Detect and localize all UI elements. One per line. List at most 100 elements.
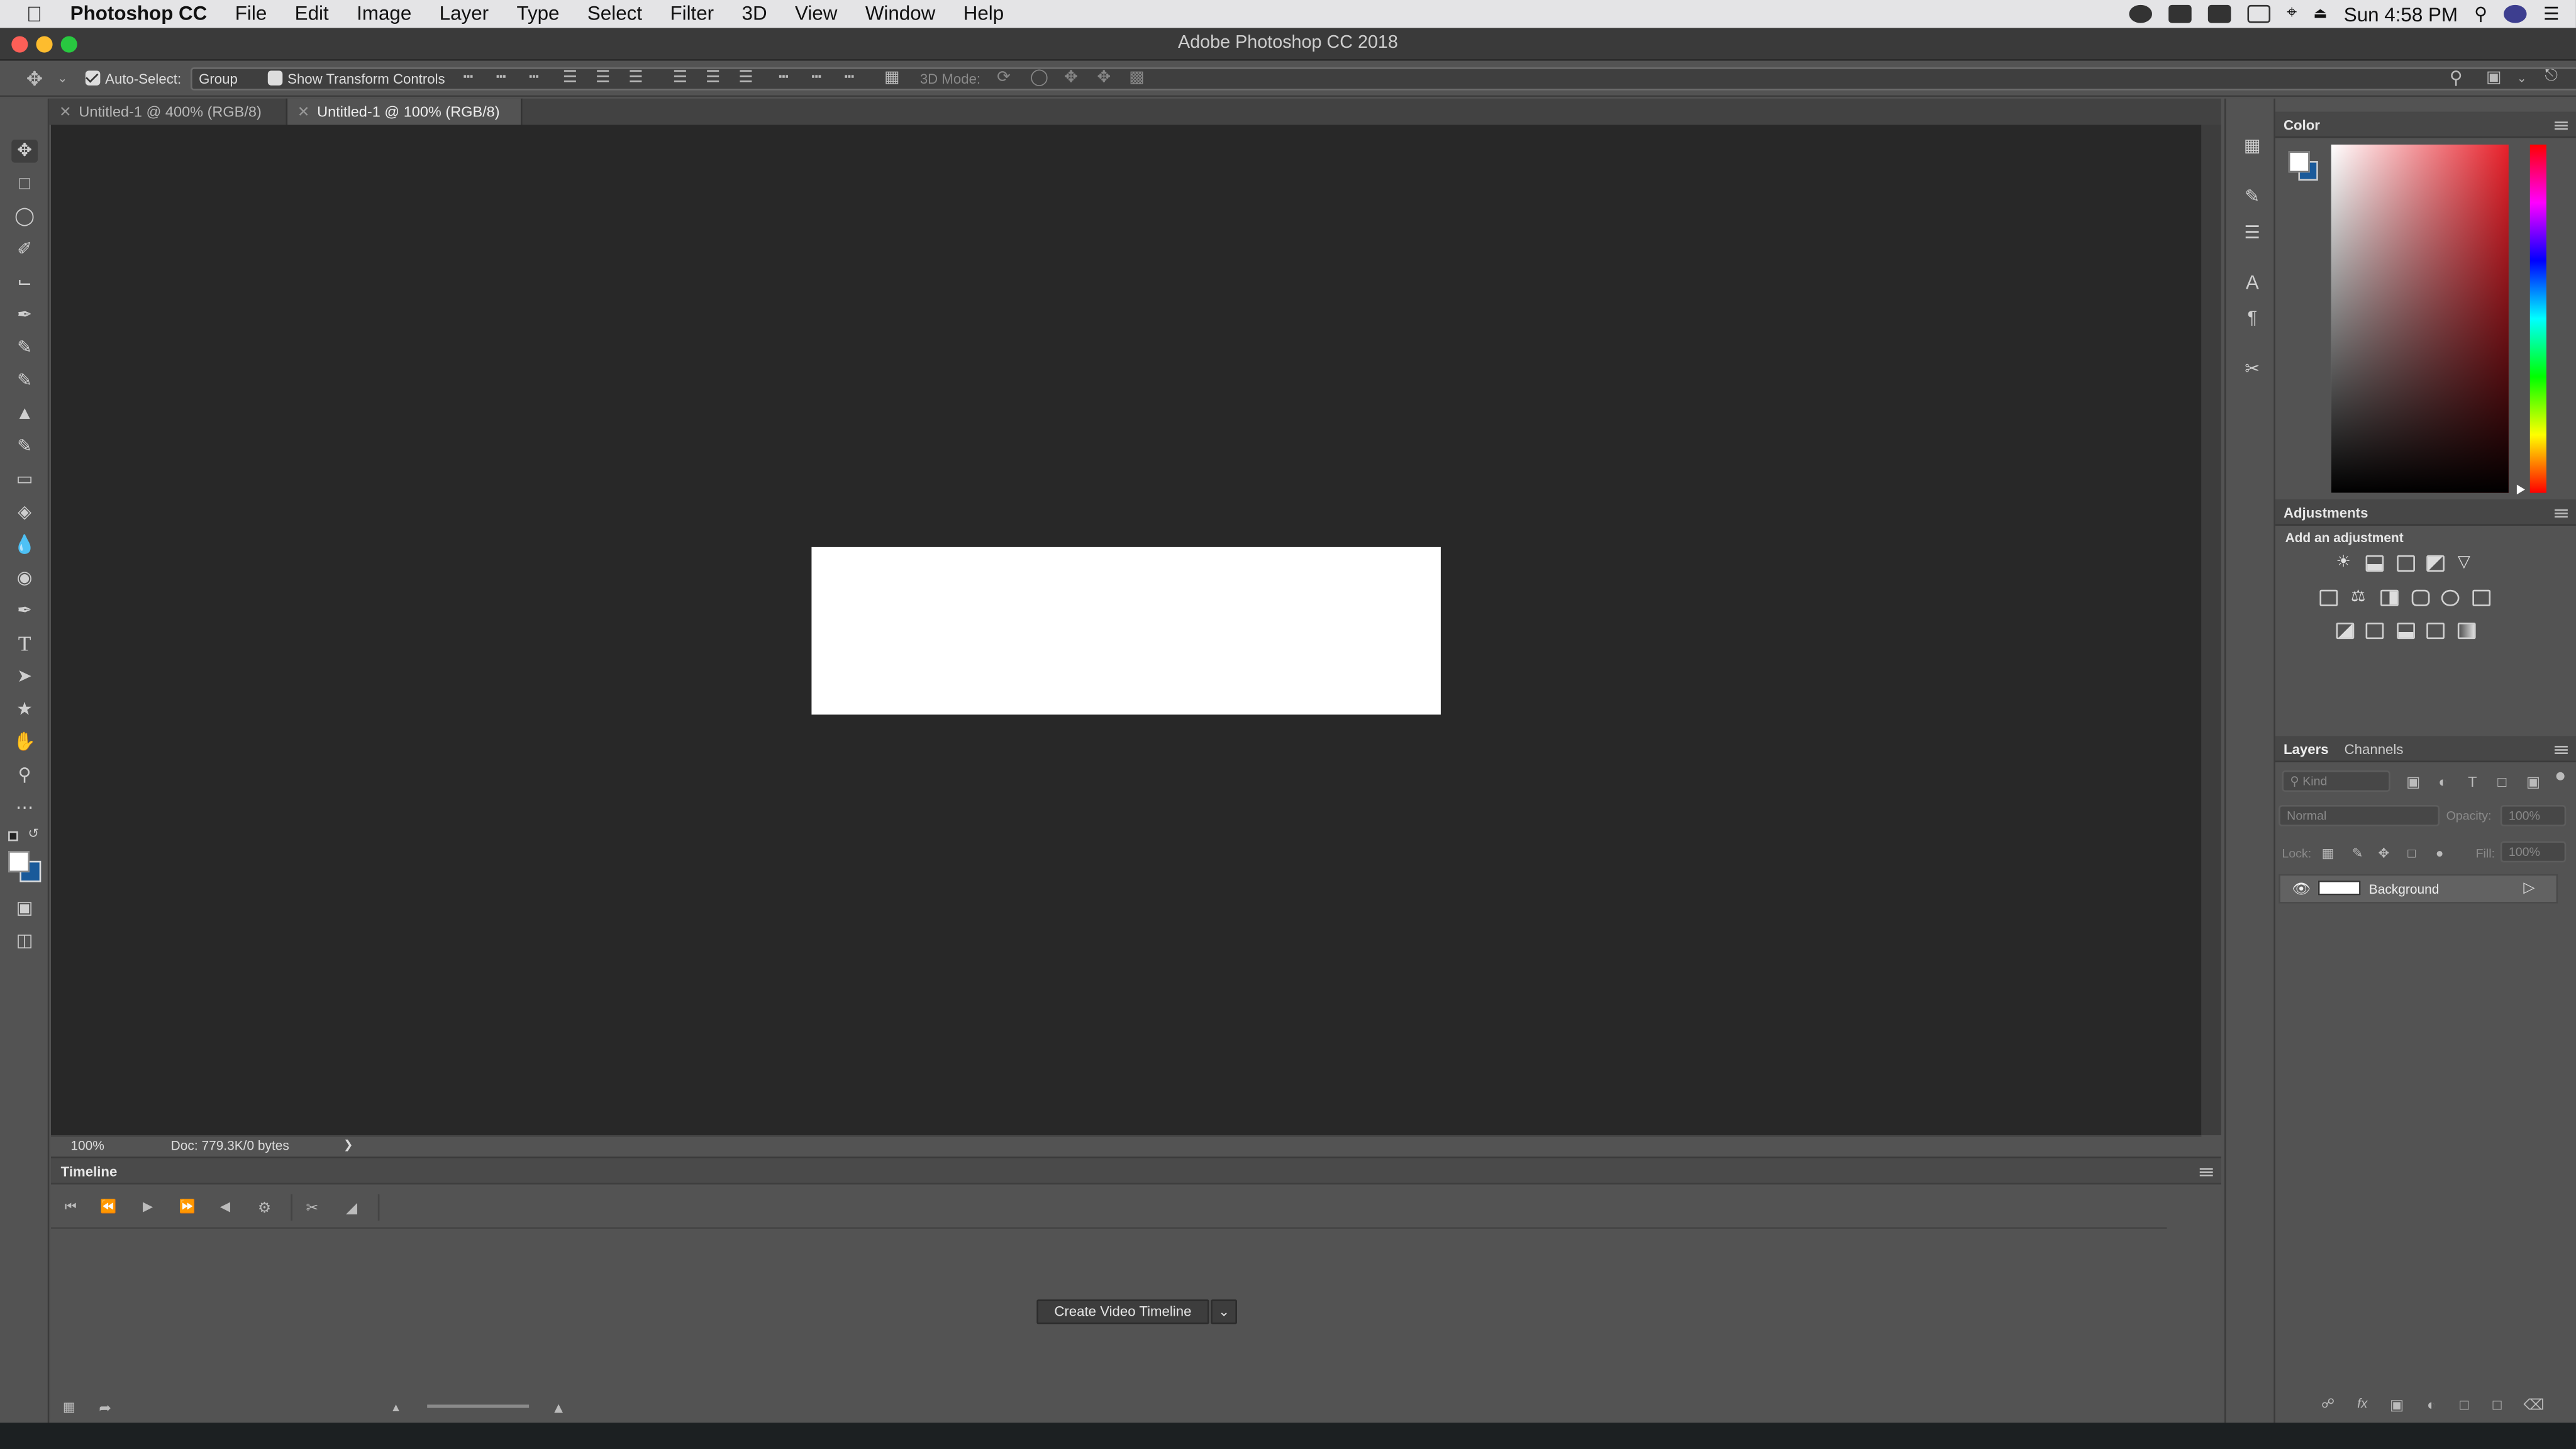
type-tool-icon[interactable]: T [11,631,38,656]
filter-pixel-layers-icon[interactable]: ▣ [2405,774,2421,790]
distribute-top-icon[interactable]: ☰ [672,70,688,87]
align-vertical-centers-icon[interactable]: ┅ [493,70,509,87]
auto-align-layers-icon[interactable]: ▦ [884,70,900,87]
share-icon[interactable]: ⎋ [2543,68,2560,86]
quick-selection-tool-icon[interactable]: ✐ [11,238,38,262]
workspace-switcher-icon[interactable]: ▣ [2485,70,2502,87]
pen-tool-icon[interactable]: ✒ [11,599,38,623]
align-right-edges-icon[interactable]: ☰ [628,70,644,87]
timeline-settings-gear-icon[interactable]: ⚙ [257,1199,273,1216]
go-to-previous-frame-icon[interactable]: ⏪ [100,1199,116,1216]
eye-visibility-icon[interactable]: 👁 [2292,880,2311,899]
marquee-tool-icon[interactable]: □ [11,172,38,196]
brightness-contrast-icon[interactable]: ☀ [2336,555,2355,572]
menu-filter[interactable]: Filter [656,0,728,28]
lock-transparent-pixels-icon[interactable]: ▦ [2319,846,2336,862]
menu-layer[interactable]: Layer [425,0,502,28]
render-video-icon[interactable]: ➦ [97,1400,113,1416]
show-transform-controls-checkbox[interactable]: Show Transform Controls [267,67,445,91]
menu-select[interactable]: Select [574,0,657,28]
blur-tool-icon[interactable]: 💧 [11,534,38,557]
zoom-in-timeline-icon[interactable]: ▲ [550,1400,567,1416]
threshold-icon[interactable] [2397,623,2415,640]
close-tab-icon[interactable]: ✕ [297,99,310,125]
menu-view[interactable]: View [781,0,852,28]
filter-type-layers-icon[interactable]: T [2464,774,2480,790]
menu-image[interactable]: Image [343,0,426,28]
apple-icon[interactable]:  [0,0,56,28]
add-layer-mask-icon[interactable]: ▣ [2389,1396,2405,1413]
3d-scale-icon[interactable]: ▩ [1129,70,1145,87]
document-canvas[interactable] [811,547,1441,715]
healing-brush-tool-icon[interactable]: ✎ [11,337,38,360]
selective-color-icon[interactable] [2426,623,2445,640]
tool-presets-icon[interactable]: ✂ [2239,358,2265,381]
crop-tool-icon[interactable]: ⌙ [11,271,38,294]
paint-bucket-tool-icon[interactable]: ◈ [11,501,38,525]
swap-colors-icon[interactable]: ↺ [28,826,39,841]
history-brush-tool-icon[interactable]: ✎ [11,435,38,458]
color-panel-foreground-swatch[interactable] [2288,151,2310,173]
hand-tool-icon[interactable]: ✋ [11,731,38,754]
convert-to-frame-animation-icon[interactable]: ▦ [61,1400,77,1416]
eject-icon[interactable]: ⏏ [2313,5,2327,23]
wifi-icon[interactable]: ⌖ [2287,3,2297,25]
link-layers-icon[interactable]: ☍ [2319,1396,2336,1413]
delete-layer-trash-icon[interactable]: ⌫ [2523,1396,2544,1413]
layers-panel-menu-icon[interactable] [2554,745,2568,748]
lock-artboard-icon[interactable]: □ [2404,846,2420,862]
hue-slider[interactable] [2529,144,2546,493]
transition-icon[interactable]: ◢ [343,1199,360,1216]
fill-input[interactable]: 100% [2500,841,2567,863]
lasso-tool-icon[interactable]: ◯ [11,206,38,229]
creative-cloud-icon[interactable] [2129,4,2152,23]
screen-mode-icon[interactable]: ◫ [11,930,38,953]
timeline-zoom-slider[interactable] [427,1404,530,1408]
shape-tool-icon[interactable]: ★ [11,698,38,721]
zoom-level[interactable]: 100% [70,1138,104,1153]
distribute-right-icon[interactable]: ┅ [841,70,857,87]
auto-select-target-dropdown[interactable]: Group [191,67,2576,91]
levels-icon[interactable] [2365,555,2384,572]
menu-window[interactable]: Window [852,0,950,28]
dodge-tool-icon[interactable]: ◉ [11,567,38,590]
timeline-menu-icon[interactable] [2199,1168,2213,1170]
align-horizontal-centers-icon[interactable]: ☰ [595,70,611,87]
new-layer-icon[interactable]: □ [2489,1396,2505,1413]
3d-pan-icon[interactable]: ✥ [1063,70,1079,87]
eraser-tool-icon[interactable]: ▭ [11,468,38,491]
new-adjustment-layer-icon[interactable]: ◐ [2423,1396,2440,1413]
tab-layers[interactable]: Layers [2284,736,2329,762]
close-tab-icon[interactable]: ✕ [59,99,72,125]
airplay-icon[interactable] [2247,4,2270,23]
layer-name[interactable]: Background [2369,882,2440,897]
libraries-icon[interactable]: ▦ [2239,135,2265,158]
3d-slide-icon[interactable]: ✥ [1096,70,1112,87]
menubar-clock[interactable]: Sun 4:58 PM [2344,3,2458,26]
tab-untitled-100[interactable]: ✕ Untitled-1 @ 100% (RGB/8) [287,98,523,125]
character-panel-icon[interactable]: A [2239,271,2265,294]
quick-mask-icon[interactable]: ▣ [11,897,38,920]
layer-lock-icon[interactable]: ▷ [2523,879,2534,897]
dropbox-icon[interactable] [2207,4,2231,23]
distribute-vertical-centers-icon[interactable]: ☰ [705,70,721,87]
filter-shape-layers-icon[interactable]: □ [2494,774,2510,790]
move-tool-preset-icon[interactable]: ✥ [26,69,43,89]
clone-stamp-tool-icon[interactable]: ▲ [11,402,38,426]
curves-icon[interactable] [2397,555,2415,572]
menu-edit[interactable]: Edit [280,0,342,28]
blend-mode-dropdown[interactable]: Normal [2279,804,2440,826]
search-icon[interactable]: ⚲ [2448,70,2464,88]
paragraph-panel-icon[interactable]: ¶ [2239,307,2265,330]
doc-info[interactable]: Doc: 779.3K/0 bytes [171,1138,289,1153]
distribute-left-icon[interactable]: ┅ [775,70,792,87]
color-saturation-field[interactable] [2331,144,2509,493]
vertical-scrollbar[interactable] [2201,125,2221,1136]
menu-help[interactable]: Help [950,0,1018,28]
lock-all-icon[interactable]: ● [2431,846,2448,862]
play-icon[interactable]: ▶ [140,1199,156,1216]
brush-settings-icon[interactable]: ✎ [2239,186,2265,209]
layer-kind-filter[interactable]: ⚲ Kind [2282,770,2390,792]
menu-type[interactable]: Type [502,0,573,28]
vibrance-icon[interactable]: ▽ [2458,555,2476,572]
